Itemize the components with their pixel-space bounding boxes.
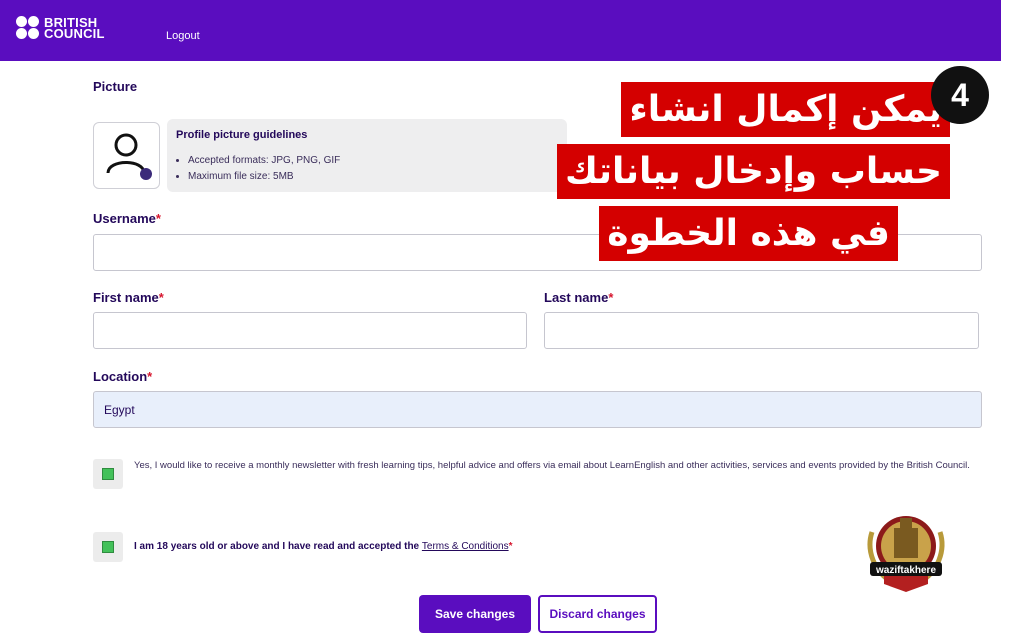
arabic-instruction-overlay: يمكن إكمال انشاء حساب وإدخال بياناتك في …	[556, 82, 950, 261]
username-label: Username*	[93, 211, 161, 226]
age-terms-checkbox[interactable]	[93, 532, 123, 562]
save-changes-button[interactable]: Save changes	[419, 595, 531, 633]
guideline-item: Accepted formats: JPG, PNG, GIF	[188, 153, 558, 169]
logout-link[interactable]: Logout	[166, 30, 200, 42]
step-number-badge: 4	[931, 66, 989, 124]
last-name-label: Last name*	[544, 290, 613, 305]
discard-changes-button[interactable]: Discard changes	[538, 595, 657, 633]
required-mark: *	[158, 290, 164, 305]
terms-conditions-link[interactable]: Terms & Conditions	[422, 541, 509, 552]
required-mark: *	[508, 541, 513, 552]
last-name-input[interactable]	[544, 312, 979, 349]
last-name-label-text: Last name	[544, 290, 609, 305]
location-input[interactable]	[93, 391, 982, 428]
first-name-label-text: First name	[93, 290, 159, 305]
first-name-input[interactable]	[93, 312, 527, 349]
location-label-text: Location	[93, 369, 148, 384]
newsletter-consent-text: Yes, I would like to receive a monthly n…	[134, 460, 970, 471]
required-mark: *	[147, 369, 153, 384]
overlay-line-3: في هذه الخطوة	[599, 206, 898, 261]
logo-dots-icon	[16, 16, 40, 40]
overlay-line-2: حساب وإدخال بياناتك	[556, 144, 950, 199]
first-name-label: First name*	[93, 290, 164, 305]
right-margin	[1001, 0, 1024, 640]
user-icon	[106, 133, 152, 180]
overlay-line-1: يمكن إكمال انشاء	[621, 82, 950, 137]
age-terms-text: I am 18 years old or above and I have re…	[134, 540, 634, 554]
watermark-text: waziftakhere	[875, 565, 936, 576]
checkbox-mark	[102, 541, 114, 553]
newsletter-checkbox[interactable]	[93, 459, 123, 489]
picture-label: Picture	[93, 79, 138, 94]
username-label-text: Username	[93, 211, 156, 226]
profile-picture-guidelines: Profile picture guidelines Accepted form…	[167, 119, 567, 192]
guidelines-list: Accepted formats: JPG, PNG, GIF Maximum …	[176, 153, 558, 185]
guideline-item: Maximum file size: 5MB	[188, 169, 558, 185]
age-terms-label: I am 18 years old or above and I have re…	[134, 541, 422, 552]
checkbox-mark	[102, 468, 114, 480]
logo-text: BRITISH COUNCIL	[44, 16, 134, 41]
required-mark: *	[608, 290, 614, 305]
location-label: Location*	[93, 369, 152, 384]
waziftakhere-watermark-icon: waziftakhere	[867, 516, 945, 592]
avatar[interactable]	[93, 122, 160, 189]
required-mark: *	[155, 211, 161, 226]
site-header: BRITISH COUNCIL Logout	[0, 0, 1001, 61]
logo-line-2: COUNCIL	[44, 26, 105, 41]
guidelines-title: Profile picture guidelines	[176, 129, 308, 141]
british-council-logo[interactable]: BRITISH COUNCIL	[16, 16, 134, 40]
